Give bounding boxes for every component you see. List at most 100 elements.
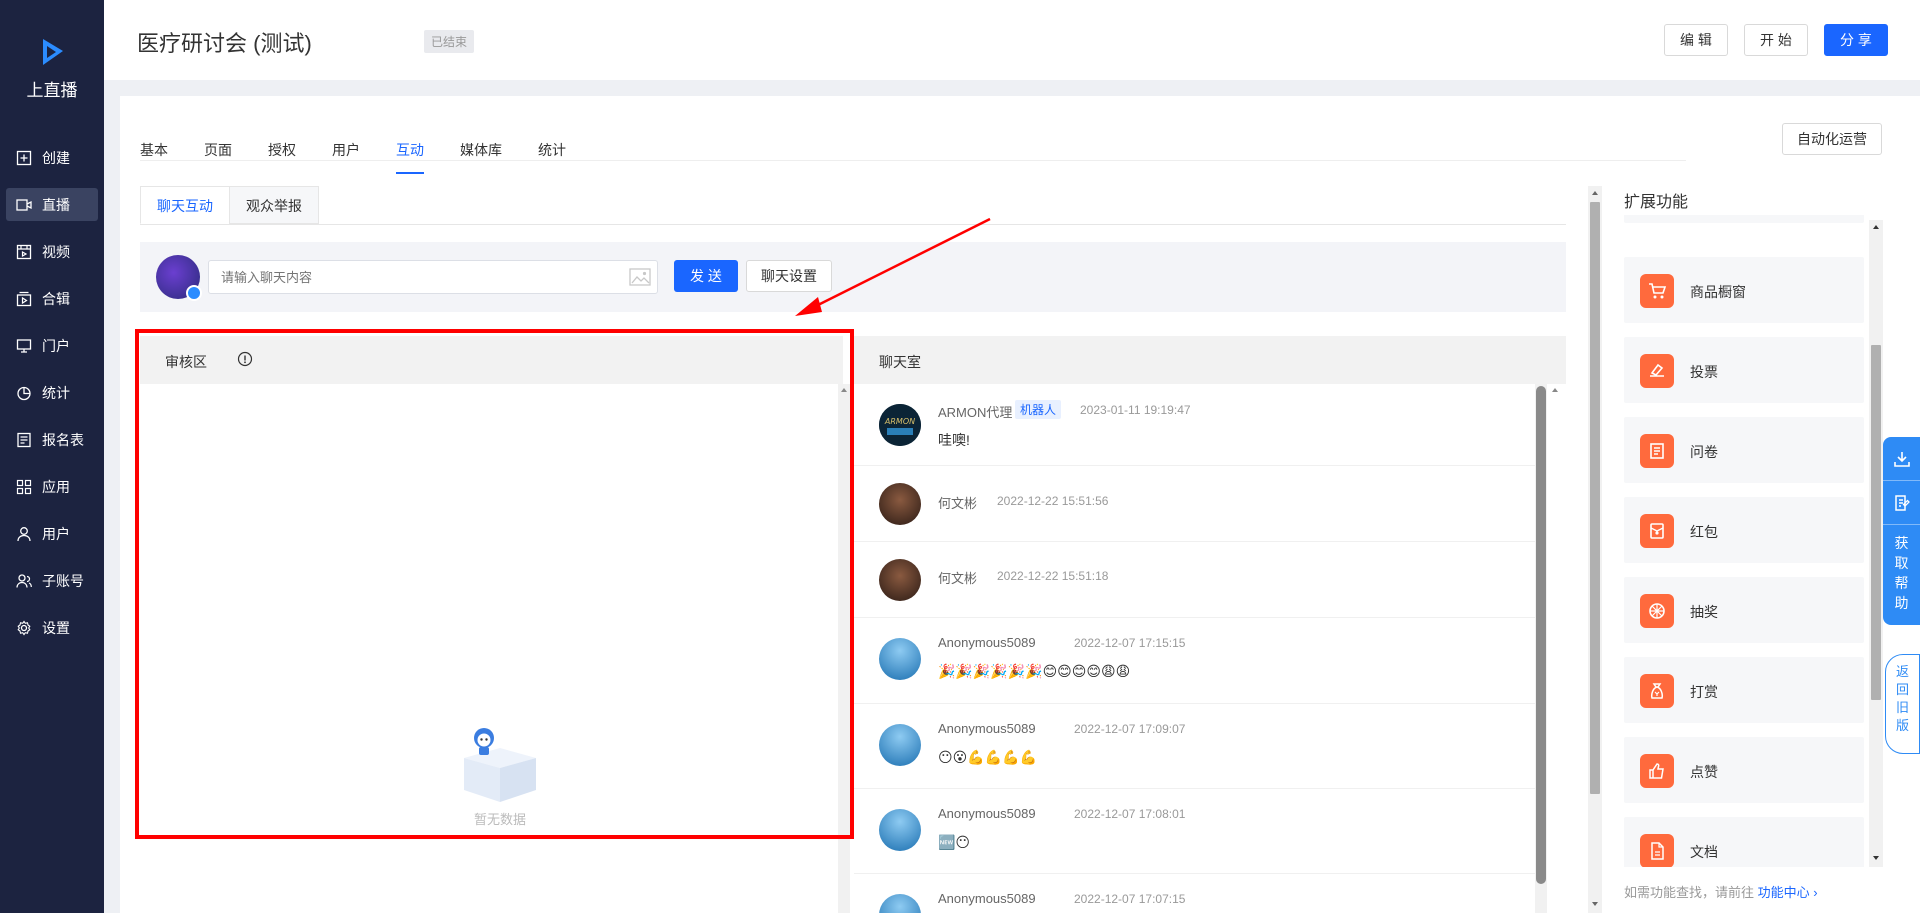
sidebar-item-stats[interactable]: 统计 [6,376,98,409]
tab-users[interactable]: 用户 [332,130,360,170]
start-button[interactable]: 开 始 [1744,24,1808,56]
sidebar-item-label: 合辑 [42,290,70,307]
review-panel: 审核区 暂无数据 [140,336,843,913]
ext-item-label: 问卷 [1690,444,1718,460]
questionnaire-icon [1640,434,1674,468]
ext-item-label: 商品橱窗 [1690,284,1746,300]
chat-message[interactable]: Anonymous5089 2022-12-07 17:15:15 🎉🎉🎉🎉🎉🎉… [854,618,1544,704]
automation-ops-button[interactable]: 自动化运营 [1782,123,1882,155]
get-help-button[interactable]: 获 取 帮 助 [1883,533,1920,613]
sidebar-item-video[interactable]: 视频 [6,235,98,268]
chat-message[interactable]: Anonymous5089 2022-12-07 17:08:01 🆕😶 [854,789,1544,874]
ext-item-document[interactable]: 文档 [1624,817,1864,867]
sub-account-icon [16,573,32,589]
review-scrollbar[interactable] [838,384,850,913]
function-center-link[interactable]: 功能中心 › [1758,885,1818,900]
sidebar-item-users[interactable]: 用户 [6,517,98,550]
edit-button[interactable]: 编 辑 [1664,24,1728,56]
ext-item-label: 点赞 [1690,764,1718,780]
sidebar-item-signup-form[interactable]: 报名表 [6,423,98,456]
chat-settings-button[interactable]: 聊天设置 [746,260,832,292]
subtab-audience-report[interactable]: 观众举报 [229,186,319,224]
sidebar-item-sub-accounts[interactable]: 子账号 [6,564,98,597]
ext-item-label: 打赏 [1690,684,1718,700]
sidebar-item-portal[interactable]: 门户 [6,329,98,362]
extensions-title: 扩展功能 [1624,194,1689,211]
extensions-footer: 如需功能查找，请前往 功能中心 › [1624,882,1818,901]
tab-media-library[interactable]: 媒体库 [460,130,502,170]
ext-item-lottery[interactable]: 抽奖 [1624,577,1864,643]
tab-interaction[interactable]: 互动 [396,130,424,174]
sender-name: Anonymous5089 [938,891,1036,906]
sidebar-item-label: 设置 [42,619,70,636]
scroll-up-arrow-icon[interactable] [1552,388,1558,392]
chat-message[interactable]: 何文彬 2022-12-22 15:51:18 [854,542,1544,618]
subtab-chat-interaction[interactable]: 聊天互动 [140,186,230,224]
info-icon[interactable] [237,351,253,367]
page-scrollbar[interactable] [1590,202,1600,794]
image-upload-icon[interactable] [629,268,651,286]
tab-authorization[interactable]: 授权 [268,130,296,170]
sidebar-item-live[interactable]: 直播 [6,188,98,221]
avatar [879,894,921,913]
empty-text: 暂无数据 [473,812,526,827]
chat-message[interactable]: ARMON ARMON代理 机器人 2023-01-11 19:19:47 哇噢… [854,384,1544,466]
scroll-up-arrow-icon[interactable] [841,388,847,392]
sender-name: ARMON代理 [938,405,1013,420]
ext-item-questionnaire[interactable]: 问卷 [1624,417,1864,483]
ext-item-like[interactable]: 点赞 [1624,737,1864,803]
chat-scrollbar[interactable] [1536,386,1546,884]
avatar [879,724,921,766]
chat-message[interactable]: Anonymous5089 2022-12-07 17:09:07 😶😮💪💪💪💪 [854,704,1544,789]
scroll-up-arrow-icon[interactable] [1873,225,1879,229]
help-char: 取 [1894,555,1909,571]
gear-icon [16,620,32,636]
tab-page[interactable]: 页面 [204,130,232,170]
subtabs-divider [140,224,1566,225]
extensions-scrollbar[interactable] [1871,345,1881,700]
thumbs-up-icon [1640,754,1674,788]
message-time: 2022-12-07 17:07:15 [1074,892,1186,906]
film-icon [16,244,32,260]
tab-statistics[interactable]: 统计 [538,130,566,170]
message-text: 🎉🎉🎉🎉🎉🎉😊😊😊😊😩😩 [938,663,1131,679]
ext-item-red-packet[interactable]: 红包 [1624,497,1864,563]
old-version-char: 返 [1895,664,1909,679]
page-header: 医疗研讨会 (测试) 已结束 编 辑 开 始 分 享 [104,0,1920,80]
avatar [879,638,921,680]
download-icon[interactable] [1892,449,1912,469]
sidebar-item-settings[interactable]: 设置 [6,611,98,644]
chat-message[interactable]: Anonymous5089 2022-12-07 17:07:15 [854,874,1544,913]
ext-item-reward[interactable]: 打赏 [1624,657,1864,723]
user-icon [16,526,32,542]
chat-message[interactable]: 何文彬 2022-12-22 15:51:56 [854,466,1544,542]
sidebar-item-create[interactable]: 创建 [6,141,98,174]
send-button[interactable]: 发 送 [674,260,738,292]
chat-input[interactable] [208,260,658,294]
scroll-down-arrow-icon[interactable] [1592,902,1598,906]
back-to-old-version-button[interactable]: 返 回 旧 版 [1885,654,1920,754]
empty-state: 暂无数据 [440,724,560,828]
tab-basic[interactable]: 基本 [140,130,168,170]
sidebar-item-apps[interactable]: 应用 [6,470,98,503]
document-icon [1640,834,1674,867]
sidebar-item-collection[interactable]: 合辑 [6,282,98,315]
brand-logo[interactable]: 上直播 [0,36,104,101]
ext-item-product-window[interactable]: 商品橱窗 [1624,257,1864,323]
help-char: 助 [1894,595,1909,611]
review-header: 审核区 [140,336,843,384]
pie-chart-icon [16,385,32,401]
ext-item-label: 红包 [1690,524,1718,540]
ext-item-partial[interactable] [1624,215,1864,223]
sidebar: 上直播 创建 直播 视频 合辑 门户 统计 报名表 应用 用户 子账号 设置 [0,0,104,913]
help-char: 获 [1894,535,1909,551]
main-tabs: 基本 页面 授权 用户 互动 媒体库 统计 [140,130,602,174]
scroll-down-arrow-icon[interactable] [1873,856,1879,860]
edit-note-icon[interactable] [1892,493,1912,513]
sidebar-item-label: 统计 [42,384,70,401]
scroll-up-arrow-icon[interactable] [1592,191,1598,195]
extensions-list: 商品橱窗 投票 问卷 红包 抽奖 打赏 点赞 文档 [1624,215,1869,867]
share-button[interactable]: 分 享 [1824,24,1888,56]
ext-item-vote[interactable]: 投票 [1624,337,1864,403]
avatar[interactable] [156,255,202,301]
